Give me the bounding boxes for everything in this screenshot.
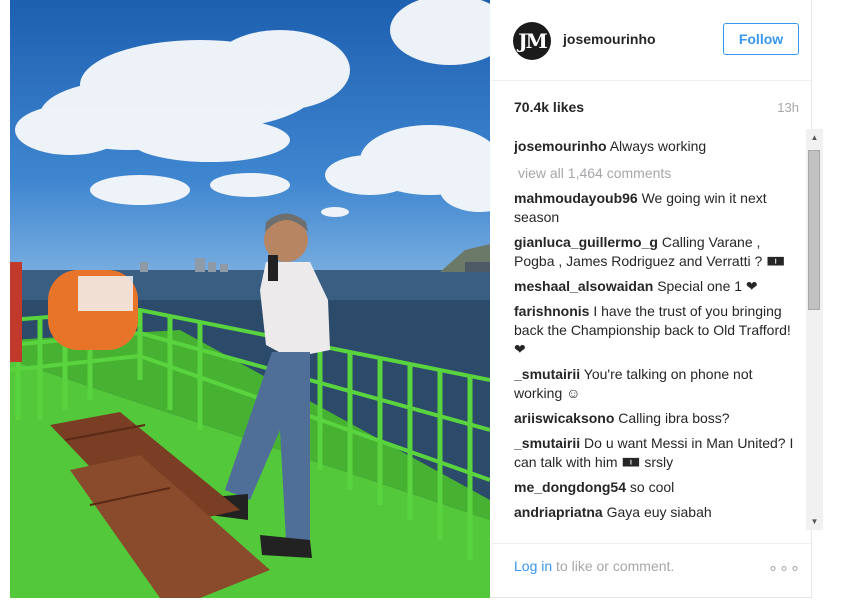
- comment-item: ariiswicaksono Calling ibra boss?: [514, 409, 799, 428]
- comment-user[interactable]: mahmoudayoub96: [514, 190, 638, 206]
- comment-item: mahmoudayoub96 We going win it next seas…: [514, 189, 799, 227]
- ellipsis-icon[interactable]: ∘∘∘: [768, 558, 801, 578]
- comment-item: farishnonis I have the trust of you brin…: [514, 302, 799, 359]
- comment-user[interactable]: andriapriatna: [514, 504, 603, 520]
- login-prompt: Log in to like or comment.: [514, 558, 674, 574]
- comment-text: so cool: [629, 479, 675, 495]
- comment-text: Special one 1 ❤: [657, 278, 758, 294]
- comment-user[interactable]: meshaal_alsowaidan: [514, 278, 653, 294]
- comment-user[interactable]: farishnonis: [514, 303, 589, 319]
- post-username[interactable]: josemourinho: [563, 31, 656, 47]
- comment-user[interactable]: ariiswicaksono: [514, 410, 614, 426]
- view-all-comments-link[interactable]: view all 1,464 comments: [518, 164, 799, 183]
- scroll-up-arrow-icon[interactable]: ▲: [806, 129, 823, 146]
- post-timestamp[interactable]: 13h: [777, 100, 799, 115]
- comment-user[interactable]: gianluca_guillermo_g: [514, 234, 658, 250]
- comment-text: Calling ibra boss?: [618, 410, 730, 426]
- photo-illustration: [10, 0, 490, 598]
- comment-item: meshaal_alsowaidan Special one 1 ❤: [514, 277, 799, 296]
- post-side-panel: JM josemourinho Follow 70.4k likes 13h j…: [491, 0, 823, 599]
- comments-list: josemourinho Always working view all 1,4…: [514, 129, 799, 531]
- scroll-thumb[interactable]: [808, 150, 820, 310]
- login-prompt-text: to like or comment.: [556, 558, 675, 574]
- comment-user[interactable]: me_dongdong54: [514, 479, 626, 495]
- login-link[interactable]: Log in: [514, 558, 552, 574]
- post-caption: josemourinho Always working: [514, 137, 799, 156]
- follow-button[interactable]: Follow: [723, 23, 799, 55]
- jm-monogram-icon[interactable]: JM: [513, 22, 551, 60]
- comment-item: andriapriatna Gaya euy siabah: [514, 503, 799, 522]
- post-header: JM josemourinho Follow: [491, 0, 811, 81]
- scroll-down-arrow-icon[interactable]: ▼: [806, 513, 823, 530]
- comment-item: gianluca_guillermo_g Calling Varane , Po…: [514, 233, 799, 271]
- comment-text: Gaya euy siabah: [606, 504, 712, 520]
- post-photo[interactable]: [10, 0, 490, 598]
- comments-scrollbar[interactable]: ▲ ▼: [806, 129, 823, 530]
- comment-item: _smutairii You're talking on phone not w…: [514, 365, 799, 403]
- comment-user[interactable]: _smutairii: [514, 366, 580, 382]
- caption-text: Always working: [609, 138, 707, 154]
- comment-item: _smutairii Do u want Messi in Man United…: [514, 434, 799, 472]
- comment-user[interactable]: _smutairii: [514, 435, 580, 451]
- comment-item: me_dongdong54 so cool: [514, 478, 799, 497]
- post-footer: Log in to like or comment. ∘∘∘: [491, 543, 811, 599]
- caption-user[interactable]: josemourinho: [514, 138, 607, 154]
- likes-count[interactable]: 70.4k likes: [514, 99, 584, 115]
